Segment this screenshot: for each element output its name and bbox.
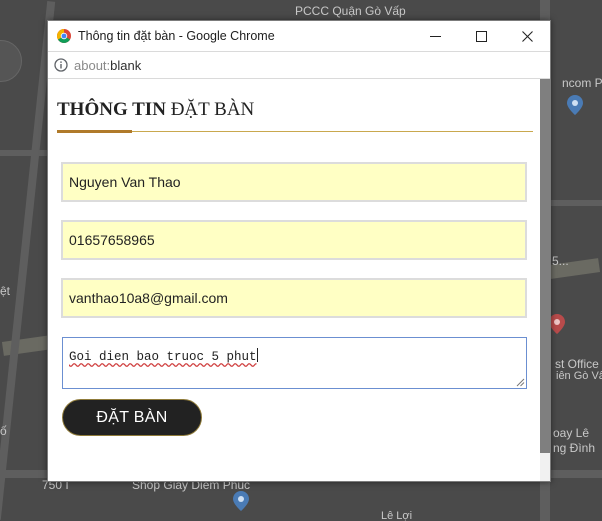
note-textarea[interactable]: Goi dien bao truoc 5 phut [62, 337, 527, 389]
popup-window: Thông tin đặt bàn - Google Chrome about:… [47, 20, 551, 482]
url-text[interactable]: about:blank [74, 58, 141, 73]
close-button[interactable] [504, 21, 550, 51]
minimize-button[interactable] [412, 21, 458, 51]
page-content: THÔNG TIN ĐẶT BÀN Nguyen Van Thao 016576… [48, 79, 550, 481]
info-icon[interactable] [54, 58, 68, 72]
map-label-et: ệt [0, 284, 11, 298]
map-label-ng-dinh: ng Đình [553, 441, 596, 455]
chrome-logo-icon [57, 29, 71, 43]
heading-accent-bar [57, 130, 132, 133]
heading-rest: ĐẶT BÀN [165, 99, 255, 120]
map-label-le-loi: Lê Lợi [381, 510, 413, 521]
map-pin-icon[interactable] [567, 95, 583, 115]
map-label-oay-le: oay Lê [553, 426, 590, 440]
map-label-ncom: ncom P [562, 76, 602, 90]
map-label-o: ố [0, 424, 7, 438]
heading-bold: THÔNG TIN [57, 99, 166, 120]
url-path: blank [110, 58, 142, 73]
email-input[interactable]: vanthao10a8@gmail.com [61, 278, 527, 318]
minimize-icon [429, 35, 441, 37]
map-road [550, 200, 602, 206]
map-pin-icon[interactable] [233, 491, 249, 511]
window-title: Thông tin đặt bàn - Google Chrome [78, 29, 275, 43]
title-bar[interactable]: Thông tin đặt bàn - Google Chrome [48, 21, 550, 51]
url-scheme: about: [74, 58, 111, 73]
resize-grip-icon[interactable] [516, 378, 525, 387]
map-label-pccc: PCCC Quận Gò Vấp [295, 4, 406, 18]
maximize-icon [475, 30, 487, 42]
book-table-button[interactable]: ĐẶT BÀN [62, 399, 202, 436]
map-control[interactable] [0, 40, 22, 82]
map-label-st-office: st Office [555, 357, 599, 371]
maximize-button[interactable] [458, 21, 504, 51]
name-input[interactable]: Nguyen Van Thao [61, 162, 527, 202]
close-icon [521, 30, 533, 42]
address-bar[interactable]: about:blank [48, 51, 550, 79]
map-label-ien-go-vap: iên Gò Vấp [556, 370, 602, 382]
page-heading: THÔNG TIN ĐẶT BÀN [57, 99, 254, 121]
phone-input[interactable]: 01657658965 [61, 220, 527, 260]
map-label-dots: 5... [552, 254, 569, 268]
map-pin-icon[interactable] [549, 314, 565, 334]
scrollbar-thumb[interactable] [540, 79, 550, 453]
note-text: Goi dien bao truoc 5 phut [69, 350, 257, 364]
note-text-line: Goi dien bao truoc 5 phut [69, 348, 258, 364]
